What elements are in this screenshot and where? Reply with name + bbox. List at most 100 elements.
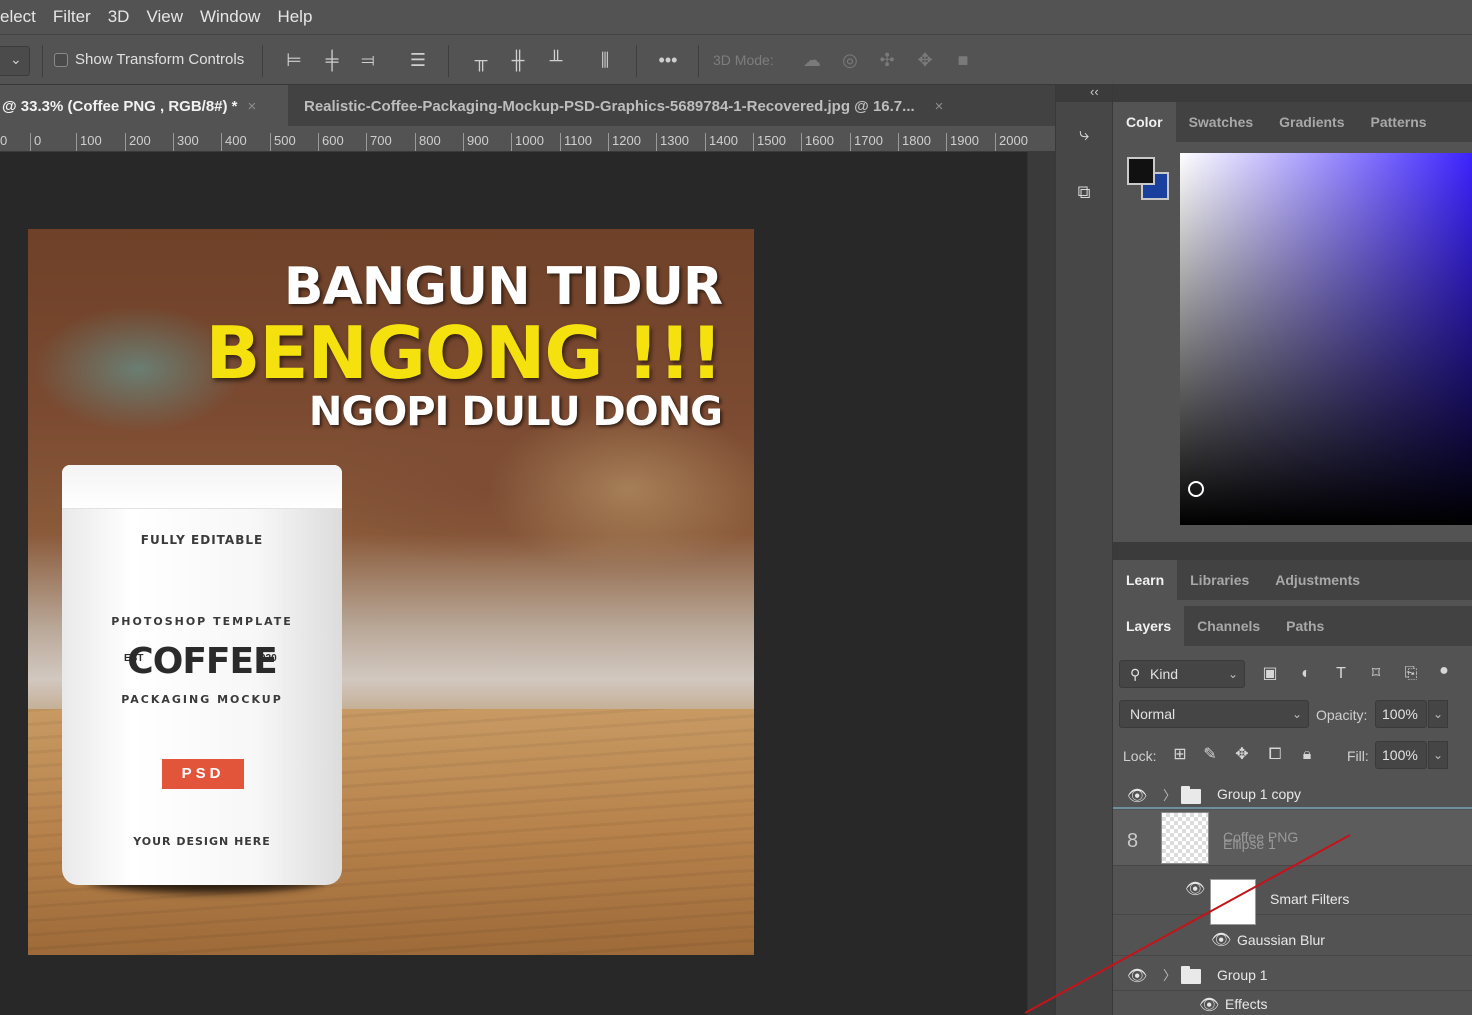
bag-brand-text: COFFEE (127, 641, 277, 682)
opacity-input[interactable]: 100% (1375, 700, 1427, 728)
adjustment-layer-filter-icon[interactable]: ◐ (1295, 663, 1317, 685)
document-tab-bar: @ 33.3% (Coffee PNG , RGB/8#) * × Realis… (0, 84, 1055, 127)
layer-filter-kind-value: Kind (1150, 666, 1179, 682)
tab-channels[interactable]: Channels (1184, 606, 1273, 646)
ruler-tick: 900 (463, 133, 489, 151)
tab-adjustments[interactable]: Adjustments (1262, 560, 1373, 600)
more-options-icon[interactable]: ••• (655, 47, 681, 73)
ruler-tick: 700 (366, 133, 392, 151)
layer-row-group-1[interactable]: 👁︎ 〉 Group 1 (1113, 957, 1472, 991)
layer-row-coffee-png[interactable]: 8 Coffee PNG Ellipse 1 (1113, 810, 1472, 866)
divider (262, 45, 263, 77)
align-vertical-center-icon[interactable]: ╫ (505, 47, 531, 73)
fill-input[interactable]: 100% (1375, 741, 1427, 769)
lock-artboard-icon[interactable]: ⧠ (1264, 744, 1286, 766)
tab-patterns[interactable]: Patterns (1358, 102, 1440, 142)
ruler-tick: 200 (125, 133, 151, 151)
fill-dropdown-button[interactable]: ⌄ (1428, 741, 1448, 769)
layer-row-effects[interactable]: 👁︎ Effects (1113, 992, 1472, 1015)
layer-name: Gaussian Blur (1237, 932, 1325, 948)
eye-visibility-icon[interactable]: 👁︎ (1127, 786, 1147, 806)
chevron-right-icon[interactable]: 〉 (1163, 965, 1176, 984)
divider (42, 45, 43, 77)
lock-all-icon[interactable]: 🔒︎ (1296, 744, 1318, 766)
bag-year-text: 020 (260, 653, 277, 664)
menu-window[interactable]: Window (200, 7, 260, 27)
layer-filter-kind-select[interactable]: ⚲ Kind ⌄ (1119, 660, 1245, 688)
type-layer-filter-icon[interactable]: T (1330, 663, 1352, 685)
tab-paths[interactable]: Paths (1273, 606, 1337, 646)
layer-name: Group 1 (1217, 967, 1268, 983)
filter-toggle-icon[interactable]: ● (1433, 660, 1455, 682)
align-left-icon[interactable]: ⊨ (281, 47, 307, 73)
eye-visibility-icon[interactable]: 👁︎ (1127, 966, 1147, 986)
blend-mode-select[interactable]: Normal ⌄ (1119, 700, 1309, 728)
orbit-3d-icon[interactable]: ☁ (799, 47, 825, 73)
foreground-color-swatch[interactable] (1127, 157, 1155, 185)
layer-row-gaussian-blur[interactable]: 👁︎ Gaussian Blur (1113, 916, 1472, 956)
eye-visibility-icon[interactable]: 👁︎ (1199, 995, 1219, 1015)
camera-3d-icon[interactable]: ■ (950, 47, 976, 73)
lock-position-icon[interactable]: ✥ (1231, 744, 1253, 766)
eye-visibility-icon[interactable]: 👁︎ (1211, 930, 1231, 950)
history-panel-icon[interactable]: ⤷ (1070, 120, 1098, 148)
options-bar: ⌄ Show Transform Controls ⊨ ╪ ⫤ ☰ ╥ ╫ ╨ … (0, 34, 1472, 84)
tab-color[interactable]: Color (1113, 102, 1176, 142)
ruler-tick: 1600 (801, 133, 834, 151)
menu-select[interactable]: elect (0, 7, 36, 27)
collapse-dock-icon[interactable]: ‹‹ (1090, 84, 1099, 99)
tab-gradients[interactable]: Gradients (1266, 102, 1357, 142)
tab-learn[interactable]: Learn (1113, 560, 1178, 600)
chevron-right-icon[interactable]: 〉 (1163, 785, 1176, 804)
3d-mode-label: 3D Mode: (713, 52, 774, 68)
dock-header: ‹‹ (1056, 84, 1113, 102)
tab-coffee-png[interactable]: @ 33.3% (Coffee PNG , RGB/8#) * × (0, 85, 288, 127)
eye-visibility-icon[interactable]: 👁︎ (1185, 879, 1205, 899)
menu-3d[interactable]: 3D (108, 7, 130, 27)
opacity-dropdown-button[interactable]: ⌄ (1428, 700, 1448, 728)
vertical-scrollbar[interactable] (1027, 152, 1055, 1015)
bag-design-text: YOUR DESIGN HERE (133, 835, 271, 848)
layer-row-group-1-copy[interactable]: 👁︎ 〉 Group 1 copy (1113, 781, 1472, 809)
bag-seal (62, 465, 342, 509)
pixel-layer-filter-icon[interactable]: ▣ (1259, 663, 1281, 685)
pan-3d-icon[interactable]: ✣ (874, 47, 900, 73)
show-transform-controls-checkbox[interactable] (54, 53, 68, 67)
align-right-icon[interactable]: ⫤ (355, 47, 381, 73)
tab-libraries[interactable]: Libraries (1177, 560, 1262, 600)
menu-help[interactable]: Help (277, 7, 312, 27)
align-bottom-icon[interactable]: ╨ (543, 47, 569, 73)
smart-object-filter-icon[interactable]: ⎘ (1400, 663, 1422, 685)
lock-transparent-pixels-icon[interactable]: ⊞ (1169, 744, 1191, 766)
ruler-tick: 300 (173, 133, 199, 151)
headline-line-2: BENGONG !!! (205, 311, 723, 395)
color-picker-cursor[interactable] (1188, 481, 1204, 497)
panel-header (1113, 542, 1472, 560)
color-picker-field[interactable] (1180, 153, 1472, 525)
tab-coffee-mockup-jpg[interactable]: Realistic-Coffee-Packaging-Mockup-PSD-Gr… (288, 85, 998, 127)
roll-3d-icon[interactable]: ◎ (837, 47, 863, 73)
tab-layers[interactable]: Layers (1113, 606, 1185, 646)
3d-panel-icon[interactable]: ⧉ (1070, 178, 1098, 206)
divider (698, 45, 699, 77)
slide-3d-icon[interactable]: ✥ (912, 47, 938, 73)
align-top-icon[interactable]: ╥ (468, 47, 494, 73)
auto-select-dropdown[interactable]: ⌄ (0, 46, 30, 76)
close-icon[interactable]: × (248, 98, 257, 115)
ruler-tick: 0 (0, 133, 7, 151)
layer-row-smart-filters[interactable]: 👁︎ Smart Filters (1113, 867, 1472, 925)
tab-swatches[interactable]: Swatches (1176, 102, 1267, 142)
horizontal-ruler[interactable]: 0 0 100 200 300 400 500 600 700 800 900 … (0, 126, 1055, 152)
menu-view[interactable]: View (146, 7, 183, 27)
document-artwork[interactable]: BANGUN TIDUR BENGONG !!! NGOPI DULU DONG… (28, 229, 754, 955)
close-icon[interactable]: × (935, 98, 944, 115)
lock-image-pixels-icon[interactable]: ✎ (1199, 744, 1221, 766)
ruler-tick: 1100 (560, 133, 592, 151)
align-horizontal-center-icon[interactable]: ╪ (319, 47, 345, 73)
menu-filter[interactable]: Filter (53, 7, 91, 27)
shape-layer-filter-icon[interactable]: ⌑ (1365, 663, 1387, 685)
bag-editable-text: FULLY EDITABLE (140, 533, 264, 547)
tab-label: @ 33.3% (Coffee PNG , RGB/8#) * (2, 97, 238, 115)
distribute-vertical-icon[interactable]: ☰ (405, 47, 431, 73)
distribute-horizontal-icon[interactable]: ⫼ (592, 47, 618, 73)
